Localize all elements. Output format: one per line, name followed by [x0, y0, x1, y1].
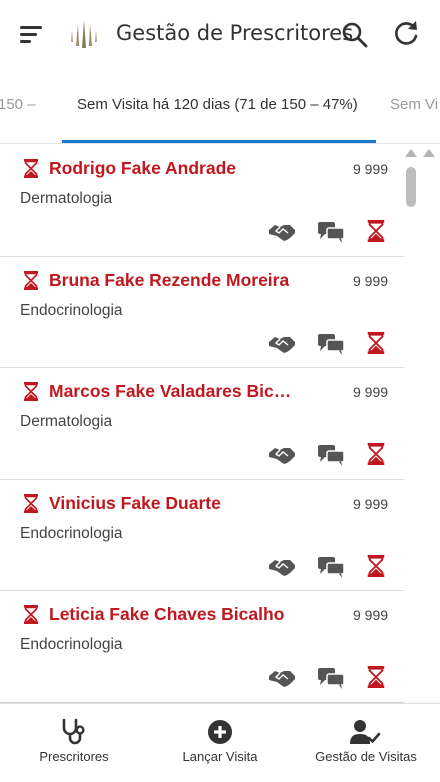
prescriber-specialty: Endocrinologia	[20, 301, 123, 319]
nav-lancar-visita[interactable]: Lançar Visita	[168, 704, 272, 782]
nav-prescritores[interactable]: Prescritores	[22, 704, 126, 782]
chat-icon[interactable]	[317, 333, 345, 355]
hourglass-action-icon[interactable]	[366, 666, 386, 688]
prescriber-name[interactable]: Vinicius Fake Duarte	[49, 493, 221, 514]
handshake-icon[interactable]	[268, 556, 296, 578]
plus-circle-icon	[208, 720, 232, 744]
prescriber-code: 9 999	[353, 272, 389, 289]
user-check-icon	[350, 720, 381, 744]
handshake-icon[interactable]	[268, 333, 296, 355]
prescriber-specialty: Dermatologia	[20, 413, 113, 430]
prescriber-card[interactable]: Rodrigo Fake Andrade 9 999 Dermatologia	[0, 145, 404, 257]
prescriber-specialty: Endocrinologia	[20, 636, 123, 653]
prescriber-code: 9 999	[353, 384, 389, 400]
tab-bar: 150 – Sem Visita há 120 dias (71 de 150 …	[0, 70, 440, 144]
prescriber-code: 9 999	[353, 161, 389, 177]
prescriber-specialty: Endocrinologia	[20, 524, 123, 542]
scrollbar-thumb[interactable]	[406, 167, 416, 207]
nav-gestao-visitas[interactable]: Gestão de Visitas	[304, 704, 428, 782]
hourglass-action-icon[interactable]	[366, 443, 386, 465]
app-header: Gestão de Prescritores	[0, 0, 440, 70]
tab-indicator	[62, 140, 376, 143]
hourglass-icon	[24, 493, 38, 513]
prescriber-name[interactable]: Rodrigo Fake Andrade	[49, 158, 236, 179]
prescriber-name[interactable]: Bruna Fake Rezende Moreira	[49, 270, 289, 291]
handshake-icon[interactable]	[268, 221, 296, 243]
prescriber-card[interactable]: Leticia Fake Chaves Bicalho 9 999 Endocr…	[0, 591, 404, 703]
tab-sem-visita-120[interactable]: Sem Visita há 120 dias (71 de 150 – 47%)	[77, 96, 358, 113]
scroll-up-arrow-icon[interactable]	[423, 149, 435, 157]
bottom-navigation: Prescritores Lançar Visita Gestão de Vis…	[0, 703, 440, 782]
handshake-icon[interactable]	[268, 444, 296, 466]
nav-label: Prescritores	[39, 749, 109, 764]
stethoscope-icon	[62, 718, 85, 745]
search-icon[interactable]	[340, 20, 370, 50]
nav-label: Lançar Visita	[182, 749, 258, 764]
prescriber-code: 9 999	[353, 495, 389, 512]
chat-icon[interactable]	[317, 556, 345, 578]
prescriber-name[interactable]: Leticia Fake Chaves Bicalho	[49, 604, 284, 625]
tab-next[interactable]: Sem Vi	[390, 96, 438, 113]
hourglass-action-icon[interactable]	[366, 554, 386, 577]
prescriber-card[interactable]: Vinicius Fake Duarte 9 999 Endocrinologi…	[0, 480, 404, 591]
prescriber-name[interactable]: Marcos Fake Valadares Bical...	[49, 381, 299, 402]
prescriber-code: 9 999	[353, 607, 389, 623]
page-title: Gestão de Prescritores	[116, 21, 354, 45]
logo-icon	[71, 20, 97, 48]
handshake-icon[interactable]	[268, 667, 296, 689]
chat-icon[interactable]	[317, 667, 345, 689]
prescriber-card[interactable]: Marcos Fake Valadares Bical... 9 999 Der…	[0, 368, 404, 480]
prescriber-list: Rodrigo Fake Andrade 9 999 Dermatologia …	[0, 145, 404, 703]
hourglass-action-icon[interactable]	[366, 220, 386, 242]
prescriber-specialty: Dermatologia	[20, 190, 113, 207]
prescriber-card[interactable]: Bruna Fake Rezende Moreira 9 999 Endocri…	[0, 257, 404, 368]
scroll-up-arrow-icon[interactable]	[405, 149, 417, 157]
refresh-icon[interactable]	[390, 18, 422, 50]
menu-icon[interactable]	[18, 22, 46, 48]
tab-previous[interactable]: 150 –	[0, 96, 36, 113]
scrollbar[interactable]	[404, 145, 440, 703]
nav-label: Gestão de Visitas	[315, 749, 417, 764]
chat-icon[interactable]	[317, 221, 345, 243]
chat-icon[interactable]	[317, 444, 345, 466]
hourglass-action-icon[interactable]	[366, 331, 386, 354]
hourglass-icon	[24, 382, 38, 401]
hourglass-icon	[24, 605, 38, 624]
hourglass-icon	[24, 159, 38, 178]
hourglass-icon	[24, 270, 38, 290]
